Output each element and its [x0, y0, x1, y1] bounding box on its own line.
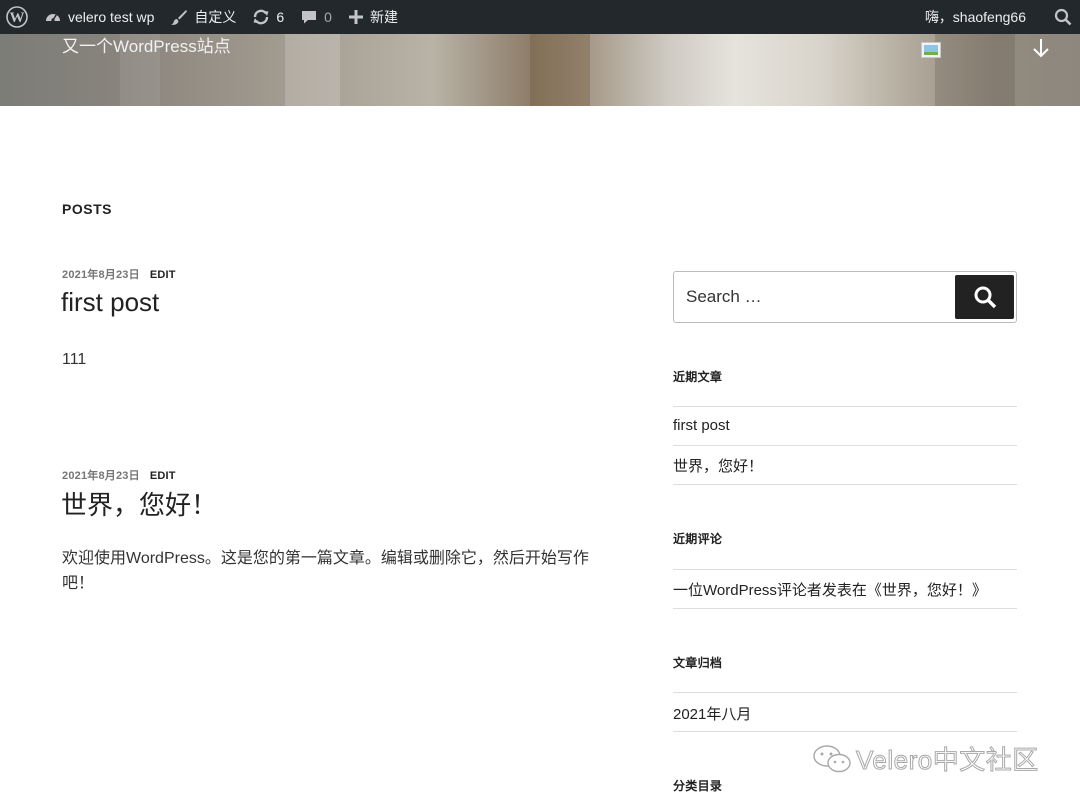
post-meta: 2021年8月23日 EDIT	[62, 266, 176, 282]
svg-text:W: W	[10, 10, 25, 26]
edit-link[interactable]: EDIT	[150, 269, 176, 281]
post-title[interactable]: first post	[61, 287, 159, 318]
archive-link[interactable]: 2021年八月	[673, 703, 751, 724]
divider	[673, 569, 1017, 570]
customize-menu[interactable]: 自定义	[162, 0, 244, 34]
divider	[673, 406, 1017, 407]
scroll-down-button[interactable]	[1030, 37, 1052, 59]
divider	[673, 692, 1017, 693]
site-name: velero test wp	[68, 9, 155, 25]
customize-label: 自定义	[194, 9, 237, 25]
divider	[673, 731, 1017, 732]
search-input[interactable]	[686, 287, 946, 307]
admin-search-button[interactable]	[1046, 0, 1080, 34]
divider	[673, 608, 1017, 609]
search-icon	[974, 286, 996, 309]
recent-post-link[interactable]: 世界，您好！	[673, 455, 763, 476]
watermark-text: Velero中文社区	[856, 745, 1039, 776]
widget-title-recent-posts: 近期文章	[673, 370, 723, 384]
page-title: POSTS	[62, 201, 112, 217]
site-name-menu[interactable]: velero test wp	[36, 0, 162, 34]
updates-icon	[253, 9, 269, 25]
post-meta: 2021年8月23日 EDIT	[62, 467, 176, 483]
divider	[673, 484, 1017, 485]
site-header: 又一个WordPress站点	[0, 34, 1080, 106]
edit-link[interactable]: EDIT	[150, 470, 176, 482]
comments-menu[interactable]: 0	[292, 0, 340, 34]
watermark: Velero中文社区	[812, 740, 1039, 777]
post-excerpt: 欢迎使用WordPress。这是您的第一篇文章。编辑或删除它，然后开始写作吧！	[62, 550, 589, 592]
comment-icon	[302, 11, 317, 24]
divider	[673, 445, 1017, 446]
plus-icon	[348, 10, 363, 24]
new-label: 新建	[369, 9, 398, 25]
widget-title-recent-comments: 近期评论	[673, 532, 723, 546]
new-content-menu[interactable]: 新建	[340, 0, 406, 34]
post-excerpt: 111	[62, 351, 87, 368]
post-date[interactable]: 2021年8月23日	[62, 269, 140, 281]
admin-bar: W velero test wp 自定义 6 0 新建 嗨，shaofeng66	[0, 0, 1080, 34]
broken-image-icon	[921, 42, 941, 58]
my-account-menu[interactable]: 嗨，shaofeng66	[917, 0, 1046, 34]
comments-count: 0	[324, 9, 332, 25]
updates-count: 6	[276, 9, 285, 25]
post-title[interactable]: 世界，您好！	[61, 485, 217, 522]
search-submit-button[interactable]	[955, 275, 1014, 319]
site-description: 又一个WordPress站点	[62, 37, 231, 56]
search-icon	[1054, 8, 1072, 26]
dashboard-icon	[46, 14, 60, 22]
greeting: 嗨，shaofeng66	[924, 9, 1026, 25]
recent-post-link[interactable]: first post	[673, 417, 730, 434]
brush-icon	[171, 10, 188, 25]
wechat-icon	[813, 744, 851, 772]
widget-title-categories: 分类目录	[673, 779, 723, 793]
arrow-down-icon	[1033, 39, 1049, 58]
wordpress-logo-icon: W	[6, 6, 28, 28]
post-date[interactable]: 2021年8月23日	[62, 470, 140, 482]
widget-title-archives: 文章归档	[673, 656, 723, 670]
recent-comment-link[interactable]: 一位WordPress评论者发表在《世界，您好！》	[673, 579, 987, 600]
search-form	[673, 271, 1017, 323]
wp-logo-menu[interactable]: W	[0, 0, 36, 34]
updates-menu[interactable]: 6	[244, 0, 292, 34]
